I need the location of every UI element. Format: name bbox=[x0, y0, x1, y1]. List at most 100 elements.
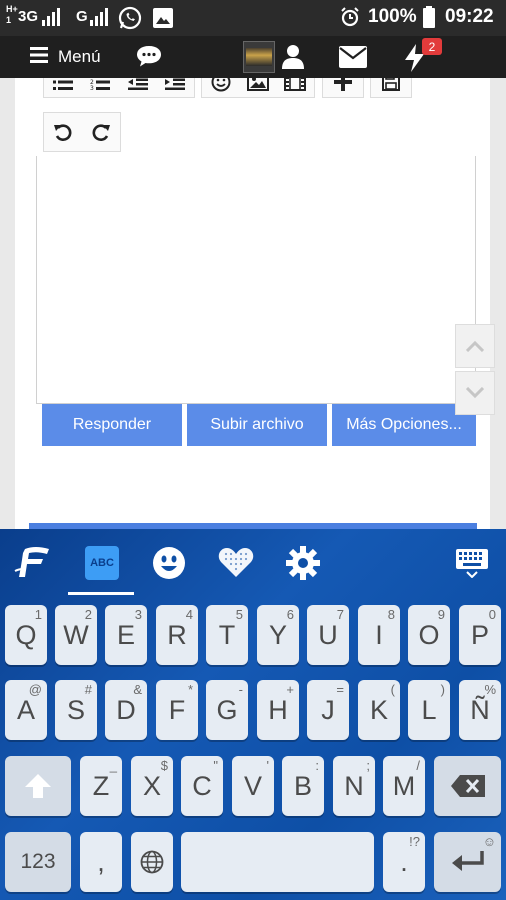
key-label: X bbox=[142, 770, 161, 801]
key-sub-label: 1 bbox=[34, 607, 42, 622]
numbered-list-icon[interactable]: 123 bbox=[86, 78, 114, 96]
comma-label: , bbox=[97, 846, 105, 877]
shift-key[interactable] bbox=[5, 756, 71, 816]
key-sub-label: ' bbox=[266, 758, 269, 773]
abc-keyboard-icon[interactable]: ABC bbox=[80, 541, 124, 585]
user-icon[interactable] bbox=[281, 44, 305, 70]
heart-icon[interactable] bbox=[214, 541, 258, 585]
key-g[interactable]: G- bbox=[206, 680, 248, 740]
fleksy-logo-icon[interactable] bbox=[10, 541, 54, 585]
video-icon[interactable] bbox=[281, 78, 309, 96]
undo-icon[interactable] bbox=[49, 118, 77, 146]
key-sub-label: ( bbox=[390, 682, 395, 697]
key-sub-label: : bbox=[315, 758, 319, 773]
key-sub-label: % bbox=[484, 682, 496, 697]
key-m[interactable]: M / bbox=[383, 756, 425, 816]
settings-gear-icon[interactable] bbox=[281, 541, 325, 585]
emoji-icon[interactable] bbox=[147, 541, 191, 585]
numbers-key-label: 123 bbox=[20, 850, 56, 873]
redo-icon[interactable] bbox=[87, 118, 115, 146]
chat-icon[interactable] bbox=[136, 44, 162, 70]
period-key[interactable]: . !? bbox=[383, 832, 425, 892]
key-n-tilde[interactable]: Ñ% bbox=[459, 680, 501, 740]
save-draft-button[interactable] bbox=[370, 78, 412, 98]
key-f[interactable]: F * bbox=[156, 680, 198, 740]
key-l[interactable]: L) bbox=[408, 680, 450, 740]
key-p[interactable]: P0 bbox=[459, 605, 501, 665]
notification-count: 2 bbox=[428, 39, 436, 54]
key-t[interactable]: T5 bbox=[206, 605, 248, 665]
key-sub-label: 2 bbox=[84, 607, 92, 622]
outdent-icon[interactable] bbox=[124, 78, 152, 96]
list-toolbar-group: 123 bbox=[43, 78, 195, 98]
floppy-icon bbox=[377, 78, 405, 96]
period-label: . bbox=[400, 846, 408, 877]
key-n[interactable]: N; bbox=[333, 756, 375, 816]
key-v[interactable]: V ' bbox=[232, 756, 274, 816]
key-sub-label: 5 bbox=[235, 607, 243, 622]
indent-icon[interactable] bbox=[161, 78, 189, 96]
backspace-icon bbox=[450, 775, 485, 797]
key-u[interactable]: U7 bbox=[307, 605, 349, 665]
key-d[interactable]: D & bbox=[105, 680, 147, 740]
language-key[interactable] bbox=[131, 832, 173, 892]
chevron-down-icon bbox=[466, 387, 484, 399]
key-label: A bbox=[16, 694, 35, 725]
key-s[interactable]: S # bbox=[55, 680, 97, 740]
key-sub-label: _ bbox=[109, 758, 117, 773]
key-label: Ñ bbox=[470, 694, 490, 725]
key-label: L bbox=[421, 694, 437, 725]
key-sub-label: 9 bbox=[437, 607, 445, 622]
menu-button[interactable]: Menú bbox=[30, 44, 101, 70]
key-w[interactable]: W2 bbox=[55, 605, 97, 665]
bullet-list-icon[interactable] bbox=[49, 78, 77, 96]
key-sub-label: / bbox=[416, 758, 420, 773]
upload-file-button[interactable]: Subir archivo bbox=[187, 404, 327, 446]
notification-badge: 2 bbox=[422, 38, 442, 55]
scroll-down-button[interactable] bbox=[455, 371, 495, 415]
hide-keyboard-icon[interactable] bbox=[450, 541, 494, 585]
key-label: O bbox=[418, 619, 440, 650]
key-o[interactable]: O9 bbox=[408, 605, 450, 665]
key-sub-label: * bbox=[187, 682, 193, 697]
status-bar: H+ 1 3G G 100% 09:22 bbox=[0, 0, 506, 36]
numbers-key[interactable]: 123 bbox=[5, 832, 71, 892]
avatar[interactable] bbox=[243, 41, 275, 73]
shift-arrow-icon bbox=[25, 774, 51, 798]
key-label: I bbox=[375, 619, 383, 650]
backspace-key[interactable] bbox=[434, 756, 501, 816]
key-a[interactable]: A @ bbox=[5, 680, 47, 740]
comma-key[interactable]: , bbox=[80, 832, 122, 892]
clock: 09:22 bbox=[445, 6, 494, 27]
key-x[interactable]: X $ bbox=[131, 756, 173, 816]
key-j[interactable]: J = bbox=[307, 680, 349, 740]
image-icon[interactable] bbox=[244, 78, 272, 96]
key-label: E bbox=[116, 619, 135, 650]
key-y[interactable]: Y6 bbox=[257, 605, 299, 665]
key-i[interactable]: I8 bbox=[358, 605, 400, 665]
key-sub-label: 3 bbox=[134, 607, 142, 622]
message-editor[interactable] bbox=[36, 156, 476, 404]
menu-label: Menú bbox=[58, 47, 101, 66]
space-key[interactable] bbox=[181, 832, 374, 892]
key-r[interactable]: R4 bbox=[156, 605, 198, 665]
key-label: V bbox=[243, 770, 262, 801]
key-c[interactable]: C " bbox=[181, 756, 223, 816]
key-label: P bbox=[470, 619, 489, 650]
key-q[interactable]: Q1 bbox=[5, 605, 47, 665]
key-sub-label: # bbox=[84, 682, 92, 697]
key-k[interactable]: K( bbox=[358, 680, 400, 740]
reply-card: 123 bbox=[15, 78, 490, 530]
hamburger-icon bbox=[30, 46, 48, 68]
key-b[interactable]: B: bbox=[282, 756, 324, 816]
key-h[interactable]: H + bbox=[257, 680, 299, 740]
reply-button[interactable]: Responder bbox=[42, 404, 182, 446]
insert-button[interactable] bbox=[322, 78, 364, 98]
scroll-up-button[interactable] bbox=[455, 324, 495, 368]
key-label: W bbox=[63, 619, 89, 650]
key-e[interactable]: E3 bbox=[105, 605, 147, 665]
mail-icon[interactable] bbox=[339, 46, 367, 68]
key-z[interactable]: Z _ bbox=[80, 756, 122, 816]
enter-key[interactable]: ☺ bbox=[434, 832, 501, 892]
smiley-icon[interactable] bbox=[207, 78, 235, 96]
